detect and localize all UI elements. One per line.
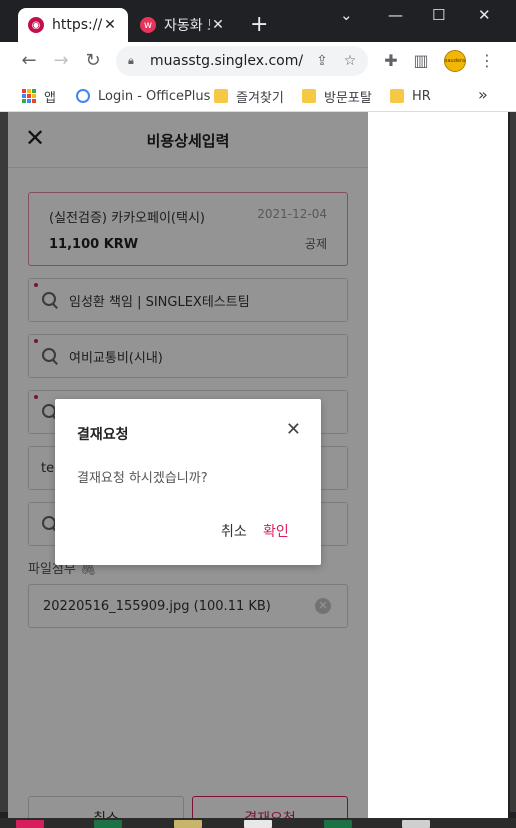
background-window-left <box>0 112 8 812</box>
bookmark-label: HR <box>412 88 431 104</box>
apps-grid-icon <box>22 89 36 103</box>
forward-icon[interactable]: → <box>50 50 72 72</box>
taskbar-app-icon[interactable] <box>324 820 352 828</box>
maximize-icon[interactable]: ☐ <box>432 6 445 24</box>
bookmark-folder-favorites[interactable]: 즐겨찾기 <box>214 86 284 106</box>
folder-icon <box>214 89 228 103</box>
bookmark-folder-hr[interactable]: HR <box>390 86 431 106</box>
tab-title: https://m <box>52 17 102 33</box>
taskbar-app-icon[interactable] <box>174 820 202 828</box>
blank-area <box>368 112 508 828</box>
dialog-cancel-button[interactable]: 취소 <box>221 521 247 541</box>
tab-strip: ◉ https://m ✕ w 자동화 토 ✕ + ⌄ — ☐ ✕ <box>0 0 516 42</box>
avatar-text: saudera <box>444 58 466 64</box>
browser-window: ◉ https://m ✕ w 자동화 토 ✕ + ⌄ — ☐ ✕ ← → ↻ … <box>0 0 516 828</box>
confirm-dialog: 결재요청 ✕ 결재요청 하시겠습니까? 취소 확인 <box>55 399 321 565</box>
dialog-close-icon[interactable]: ✕ <box>286 421 301 439</box>
w-logo-icon: w <box>140 17 156 33</box>
close-tab-icon[interactable]: ✕ <box>102 17 118 33</box>
folder-icon <box>390 89 404 103</box>
reload-icon[interactable]: ↻ <box>82 50 104 72</box>
bookmark-officeplus[interactable]: Login - OfficePlus <box>76 86 210 106</box>
back-icon[interactable]: ← <box>18 50 40 72</box>
bookmarks-bar: 앱 Login - OfficePlus 즐겨찾기 방문포탈 HR <box>0 80 516 112</box>
dialog-confirm-button[interactable]: 확인 <box>263 521 289 541</box>
bookmark-label: 즐겨찾기 <box>236 90 284 106</box>
bookmark-label: 방문포탈 <box>324 90 372 106</box>
address-bar[interactable]: 🔒︎ muasstg.singlex.com/... ⇪ ☆ <box>116 46 368 76</box>
taskbar-app-icon[interactable] <box>402 820 430 828</box>
close-tab-icon[interactable]: ✕ <box>210 17 226 33</box>
side-panel-icon[interactable]: ▥ <box>410 50 432 72</box>
tab-active[interactable]: ◉ https://m ✕ <box>18 8 128 42</box>
lock-icon: 🔒︎ <box>128 54 134 67</box>
dialog-title: 결재요청 <box>77 427 129 443</box>
tab-search-icon[interactable]: ⌄ <box>340 6 353 24</box>
page-viewport: ✕ 비용상세입력 (실전검증) 카카오페이(택시) 2021-12-04 11,… <box>8 112 508 828</box>
folder-icon <box>302 89 316 103</box>
taskbar-app-icon[interactable] <box>244 820 272 828</box>
taskbar-app-icon[interactable] <box>16 820 44 828</box>
new-tab-icon[interactable]: + <box>250 14 268 36</box>
expense-detail-app: ✕ 비용상세입력 (실전검증) 카카오페이(택시) 2021-12-04 11,… <box>8 112 368 828</box>
background-window-right <box>510 112 516 812</box>
taskbar-app-icon[interactable] <box>94 820 122 828</box>
minimize-icon[interactable]: — <box>388 6 403 24</box>
menu-icon[interactable]: ⋮ <box>476 50 498 72</box>
extensions-icon[interactable]: ✚ <box>380 50 402 72</box>
bookmark-star-icon[interactable]: ☆ <box>340 53 360 69</box>
bookmark-label: Login - OfficePlus <box>98 88 211 104</box>
taskbar <box>0 818 516 828</box>
browser-toolbar: ← → ↻ 🔒︎ muasstg.singlex.com/... ⇪ ☆ ✚ ▥… <box>0 42 516 80</box>
share-icon[interactable]: ⇪ <box>312 53 332 69</box>
lg-logo-icon: ◉ <box>28 17 44 33</box>
bookmark-label: 앱 <box>44 90 56 106</box>
tab-inactive[interactable]: w 자동화 토 ✕ <box>130 8 236 42</box>
profile-avatar[interactable]: saudera <box>444 50 466 72</box>
bookmark-apps[interactable]: 앱 <box>22 86 56 106</box>
bookmark-folder-portal[interactable]: 방문포탈 <box>302 86 372 106</box>
bookmarks-overflow-icon[interactable]: » <box>478 85 488 104</box>
url-text: muasstg.singlex.com/... <box>150 53 304 69</box>
window-close-icon[interactable]: ✕ <box>478 6 491 24</box>
dialog-message: 결재요청 하시겠습니까? <box>77 471 208 486</box>
tab-title: 자동화 토 <box>164 18 210 34</box>
globe-icon <box>76 89 90 103</box>
